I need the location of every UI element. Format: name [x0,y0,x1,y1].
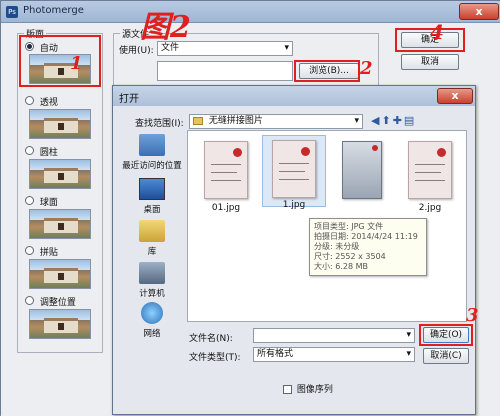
desktop-icon [139,178,165,200]
file-item[interactable]: 1.jpg [262,135,326,210]
layout-perspective-label: 透视 [39,98,58,108]
perspective-thumbnail [29,109,91,139]
layout-collage-label: 拼贴 [39,248,58,258]
image-sequence-option[interactable]: 图像序列 [283,382,333,395]
window-title: Photomerge [23,5,84,16]
place-computer[interactable]: 计算机 [121,262,183,299]
layout-option-cylindrical[interactable]: 圆柱 [25,145,58,158]
lookin-value: 无缝拼接图片 [208,116,263,126]
annotation-step-4: 4 [430,20,444,44]
image-thumbnail [272,140,316,198]
layout-option-collage[interactable]: 拼贴 [25,245,58,258]
layout-option-perspective[interactable]: 透视 [25,95,58,108]
screenshot-thumbnail [342,141,382,199]
radio-reposition[interactable] [25,296,34,305]
radio-collage[interactable] [25,246,34,255]
library-icon [139,220,165,242]
chevron-down-icon: ▾ [406,349,411,359]
image-sequence-checkbox[interactable] [283,385,292,394]
place-desktop[interactable]: 桌面 [121,178,183,215]
annotation-step-3: 3 [466,305,479,326]
tooltip-rating: 分级: 未分级 [314,242,360,251]
filetype-label: 文件类型(T): [189,353,241,363]
place-recent[interactable]: 最近访问的位置 [121,134,183,171]
up-folder-icon[interactable]: ⬆ [381,114,392,127]
layout-option-spherical[interactable]: 球面 [25,195,58,208]
collage-thumbnail [29,259,91,289]
place-desktop-label: 桌面 [143,205,161,215]
radio-cylindrical[interactable] [25,146,34,155]
layout-option-reposition[interactable]: 调整位置 [25,295,76,308]
place-libraries[interactable]: 库 [121,220,183,257]
layout-auto-label: 自动 [39,44,58,54]
radio-auto[interactable] [25,42,34,51]
filetype-select[interactable]: 所有格式 ▾ [253,347,415,362]
new-folder-icon[interactable]: ✚ [393,114,404,127]
tooltip-date: 拍摄日期: 2014/4/24 11:19 [314,232,418,241]
handwritten-title: 图2 [140,10,191,45]
layout-cylindrical-label: 圆柱 [39,148,58,158]
annotation-step-2: 2 [360,58,373,79]
place-recent-label: 最近访问的位置 [122,161,182,171]
file-item[interactable] [330,141,394,203]
network-icon [141,302,163,324]
file-name: 01.jpg [211,203,241,213]
layout-reposition-label: 调整位置 [39,298,76,308]
radio-spherical[interactable] [25,196,34,205]
tooltip-size: 尺寸: 2552 x 3504 [314,252,386,261]
cancel-button[interactable]: 取消 [401,54,459,70]
dialog-cancel-button[interactable]: 取消(C) [423,348,469,364]
open-dialog-titlebar: 打开 x [113,86,475,106]
computer-icon [139,262,165,284]
open-dialog-close-button[interactable]: x [437,88,473,104]
open-dialog: 打开 x 查找范围(I): 无缝拼接图片 ▾ ◀⬆✚▤ 最近访问的位置 桌面 库… [112,85,476,415]
place-network[interactable]: 网络 [121,302,183,339]
file-item[interactable]: 01.jpg [194,141,258,213]
lookin-label: 查找范围(I): [135,119,184,129]
photomerge-titlebar: Ps Photomerge x [1,1,500,23]
open-dialog-title: 打开 [119,94,139,105]
cylindrical-thumbnail [29,159,91,189]
image-thumbnail [408,141,452,199]
filetype-value: 所有格式 [257,349,294,359]
layout-spherical-label: 球面 [39,198,58,208]
reposition-thumbnail [29,309,91,339]
layout-option-auto[interactable]: 自动 [25,41,58,54]
filename-input[interactable]: ▾ [253,328,415,343]
close-button[interactable]: x [459,3,499,20]
image-sequence-label: 图像序列 [296,385,333,395]
photoshop-logo-icon: Ps [6,6,18,18]
lookin-select[interactable]: 无缝拼接图片 ▾ [189,114,363,129]
browse-highlight [294,60,360,82]
tooltip-filesize: 大小: 6.28 MB [314,262,368,271]
place-network-label: 网络 [143,329,161,339]
chevron-down-icon: ▾ [406,330,411,340]
places-bar: 最近访问的位置 桌面 库 计算机 网络 [121,134,183,339]
folder-icon [193,116,203,125]
chevron-down-icon: ▾ [284,43,289,53]
place-libraries-label: 库 [147,247,157,257]
open-button[interactable]: 确定(O) [423,327,469,343]
recent-places-icon [139,134,165,156]
file-tooltip: 项目类型: JPG 文件 拍摄日期: 2014/4/24 11:19 分级: 未… [309,218,427,276]
back-icon[interactable]: ◀ [371,114,381,127]
annotation-step-1: 1 [70,53,83,74]
spherical-thumbnail [29,209,91,239]
file-name: 1.jpg [282,200,306,210]
radio-perspective[interactable] [25,96,34,105]
nav-toolbar: ◀⬆✚▤ [371,114,416,127]
chevron-down-icon: ▾ [354,116,359,126]
tooltip-type: 项目类型: JPG 文件 [314,222,384,231]
file-name: 2.jpg [418,203,442,213]
file-list[interactable] [157,61,293,81]
filename-label: 文件名(N): [189,334,233,344]
views-icon[interactable]: ▤ [404,114,416,127]
place-computer-label: 计算机 [139,289,165,299]
image-thumbnail [204,141,248,199]
file-item[interactable]: 2.jpg [398,141,462,213]
